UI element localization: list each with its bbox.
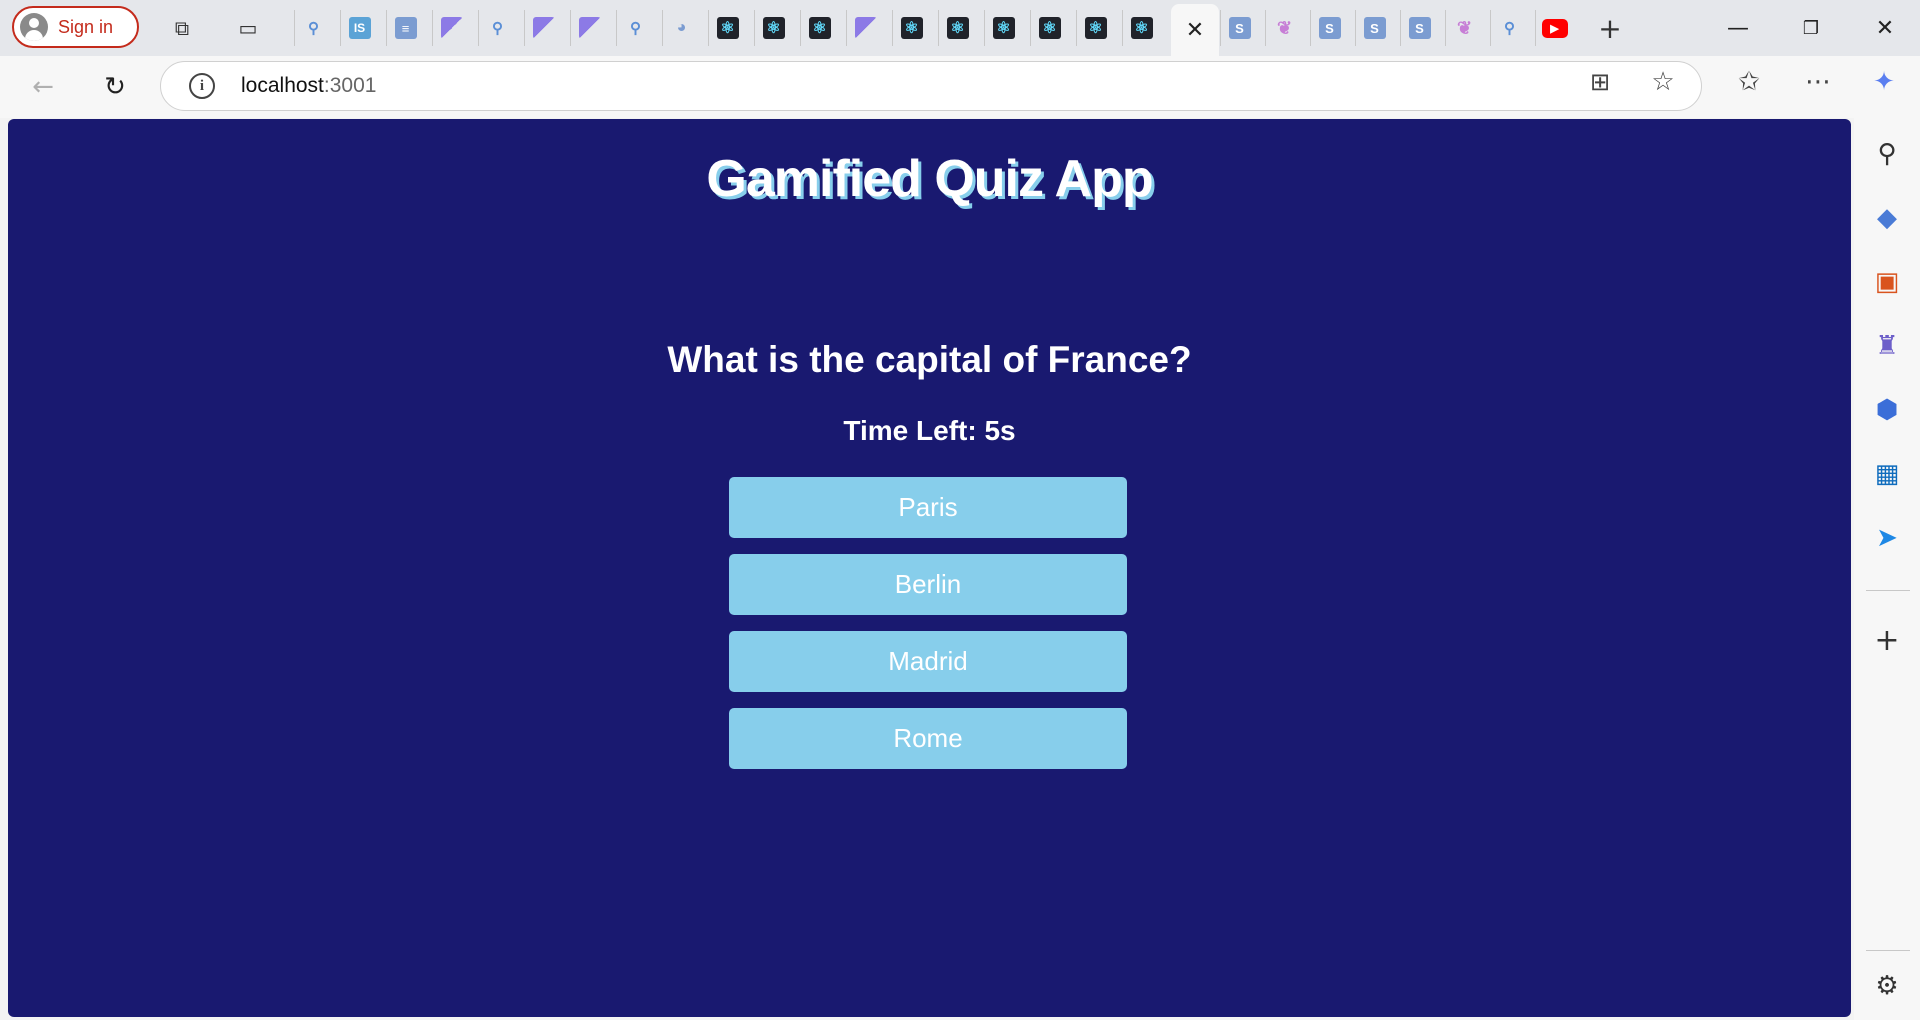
sidebar-games-icon[interactable]: ♜ [1867,326,1907,366]
sidebar-separator [1866,590,1910,591]
browser-tab[interactable]: ❦ [1265,10,1303,46]
purple-favicon-icon [440,17,463,39]
blue-s-favicon-icon: S [1408,17,1431,39]
sidebar-shopping-tag-icon[interactable]: ◆ [1867,198,1907,238]
favorites-list-icon[interactable]: ✩ [1731,64,1767,100]
browser-tab[interactable]: IS [340,10,378,46]
sidebar-tools-icon[interactable]: ▣ [1867,262,1907,302]
whale-favicon-icon: ◕ [676,19,687,36]
react-favicon-icon: ⚛ [946,17,969,39]
back-arrow-icon[interactable]: ← [22,66,64,108]
browser-tab[interactable] [432,10,470,46]
active-tab[interactable]: ✕ [1171,4,1219,56]
tab-actions-icon[interactable]: ▭ [232,12,264,44]
more-options-icon[interactable]: ⋯ [1800,64,1836,100]
browser-tab[interactable]: ⚲ [294,10,332,46]
sidebar-add-icon[interactable]: + [1867,620,1907,660]
butterfly-favicon-icon: ❦ [1456,17,1473,38]
address-bar[interactable]: i localhost:3001 [160,61,1702,111]
browser-toolbar: ← ↻ i localhost:3001 ⊞ ☆ ✩ ⋯ ✦ [0,56,1920,118]
browser-tab[interactable]: ⚲ [616,10,654,46]
browser-tab[interactable]: S [1220,10,1258,46]
browser-tab[interactable]: ❦ [1445,10,1483,46]
blue-s-favicon-icon: S [1318,17,1341,39]
react-favicon-icon: ⚛ [1130,17,1153,39]
react-favicon-icon: ⚛ [900,17,923,39]
url-text: localhost:3001 [241,74,377,97]
browser-tab[interactable]: ⚲ [478,10,516,46]
tab-strip: Sign in ⧉ ▭ ⚲ IS ≡ ⚲ ⚲ ◕ ⚛ ⚛ ⚛ ⚛ ⚛ ⚛ ⚛ ⚛ ⚛ ✕ S ❦ S S S ❦ ⚲ ▶ … [0,0,1920,56]
question-text: What is the capital of France? [667,339,1192,380]
browser-tab[interactable]: ◕ [662,10,700,46]
blue-s-favicon-icon: S [1228,17,1251,39]
sidebar-search-icon[interactable]: ⚲ [1867,134,1907,174]
search-favicon-icon: ⚲ [492,20,503,37]
react-favicon-icon: ⚛ [808,17,831,39]
restore-icon[interactable]: ❐ [1786,8,1836,48]
workspaces-icon[interactable]: ⧉ [166,12,198,44]
sidebar-outlook-icon[interactable]: ▦ [1867,454,1907,494]
new-tab-plus-icon[interactable]: + [1594,12,1626,45]
refresh-icon[interactable]: ↻ [94,66,136,108]
purple-favicon-icon [854,17,877,39]
search-favicon-icon: ⚲ [630,20,641,37]
app-title: Gamified Quiz App [706,150,1153,208]
browser-tab[interactable]: S [1355,10,1393,46]
browser-tab[interactable]: ⚛ [708,10,746,46]
yt-favicon-icon: ▶ [1541,18,1568,38]
react-favicon-icon: ⚛ [762,17,785,39]
browser-tab[interactable] [846,10,884,46]
browser-tab[interactable]: ⚛ [1122,10,1160,46]
browser-tab[interactable]: S [1310,10,1348,46]
site-info-icon[interactable]: i [189,73,215,99]
split-screen-icon[interactable]: ⊞ [1582,64,1618,100]
search-favicon-icon: ⚲ [308,20,319,37]
timer-text: Time Left: 5s [843,415,1016,446]
search-favicon-icon: ⚲ [1504,20,1515,37]
sidebar-microsoft365-icon[interactable]: ⬢ [1867,390,1907,430]
browser-tab[interactable]: ⚛ [1030,10,1068,46]
close-window-icon[interactable]: ✕ [1860,8,1910,48]
butterfly-favicon-icon: ❦ [1276,17,1293,38]
browser-tab[interactable] [524,10,562,46]
purple-favicon-icon [578,17,601,39]
browser-tab[interactable]: ⚲ [1490,10,1528,46]
sign-in-button[interactable]: Sign in [12,6,139,48]
is-favicon-icon: IS [348,17,371,39]
sidebar-settings-gear-icon[interactable]: ⚙ [1867,966,1907,1006]
browser-tab[interactable]: ⚛ [1076,10,1114,46]
favorite-star-icon[interactable]: ☆ [1645,64,1681,100]
sidebar-separator-bottom [1866,950,1910,951]
react-favicon-icon: ⚛ [992,17,1015,39]
browser-tab[interactable] [570,10,608,46]
doc-favicon-icon: ≡ [394,17,417,39]
option-button-paris[interactable]: Paris [729,477,1127,538]
blue-s-favicon-icon: S [1363,17,1386,39]
minimize-icon[interactable]: — [1713,8,1763,48]
browser-tab[interactable]: ⚛ [938,10,976,46]
purple-favicon-icon [532,17,555,39]
avatar-icon [20,13,48,41]
option-button-madrid[interactable]: Madrid [729,631,1127,692]
sign-in-label: Sign in [58,16,114,37]
browser-tab[interactable]: ⚛ [800,10,838,46]
react-favicon-icon: ⚛ [1084,17,1107,39]
browser-tab[interactable]: S [1400,10,1438,46]
browser-tab[interactable]: ⚛ [754,10,792,46]
browser-tab[interactable]: ▶ [1535,10,1573,46]
react-favicon-icon: ⚛ [716,17,739,39]
option-button-rome[interactable]: Rome [729,708,1127,769]
copilot-icon[interactable]: ✦ [1866,64,1902,100]
browser-tab[interactable]: ≡ [386,10,424,46]
option-button-berlin[interactable]: Berlin [729,554,1127,615]
browser-tab[interactable]: ⚛ [892,10,930,46]
react-favicon-icon: ⚛ [1038,17,1061,39]
close-tab-icon[interactable]: ✕ [1186,18,1204,43]
quiz-page: Gamified Quiz App What is the capital of… [8,119,1851,1017]
browser-sidebar: ⚲ ◆ ▣ ♜ ⬢ ▦ ➤ + ⚙ [1854,118,1920,1020]
browser-tab[interactable]: ⚛ [984,10,1022,46]
sidebar-send-icon[interactable]: ➤ [1867,518,1907,558]
